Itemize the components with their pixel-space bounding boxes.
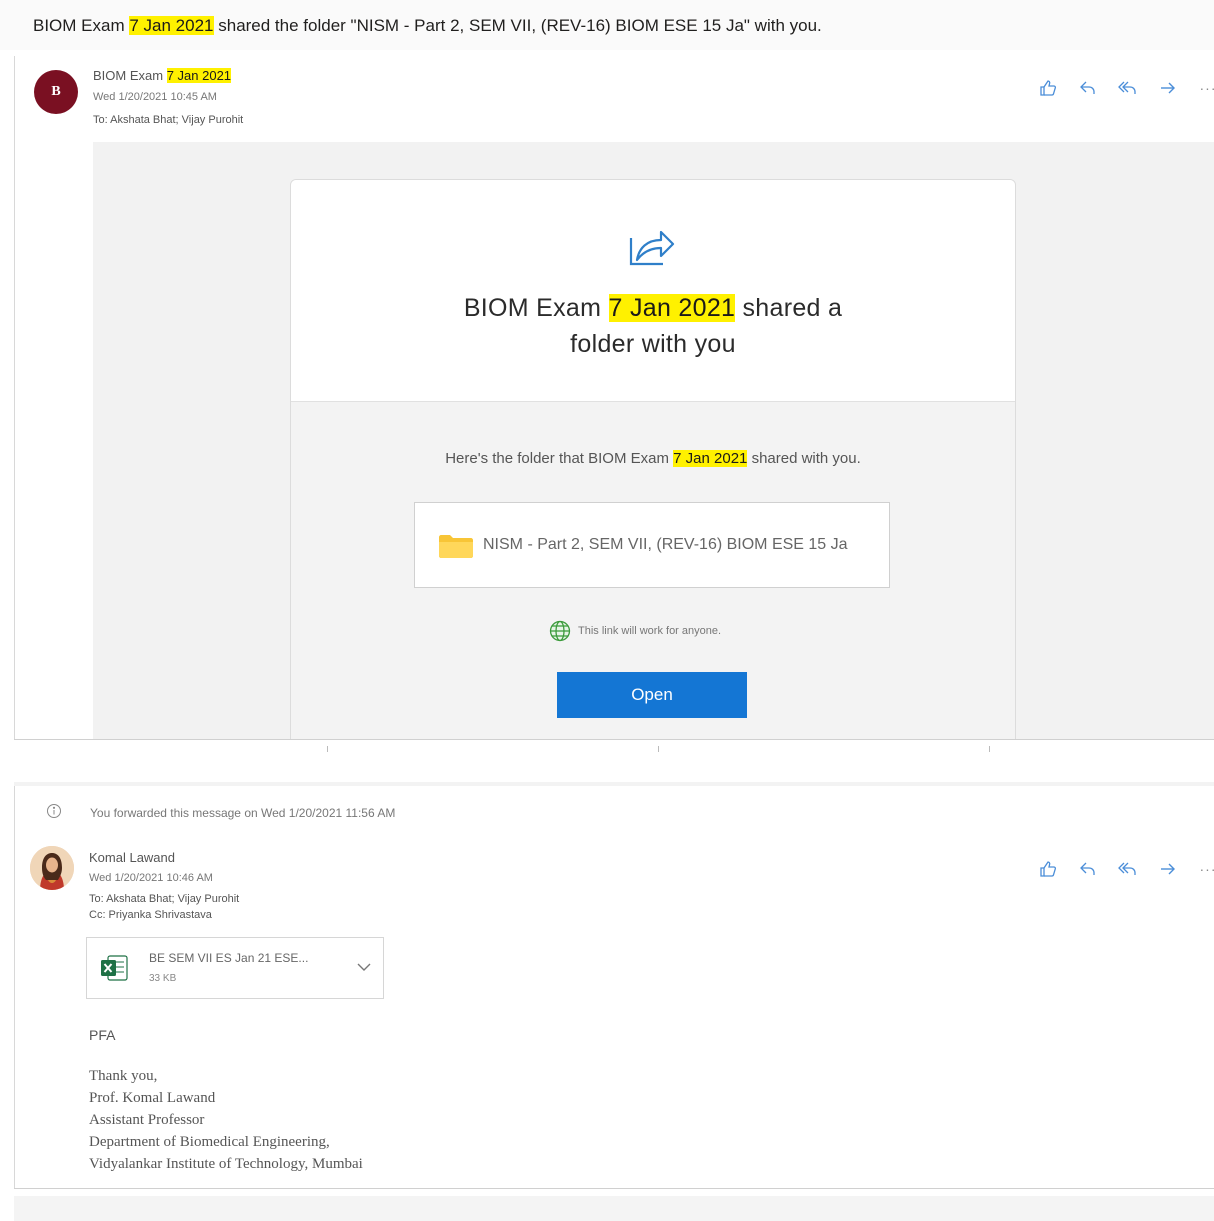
open-button[interactable]: Open — [557, 672, 747, 718]
divider-tick — [989, 746, 990, 752]
attachment-name: BE SEM VII ES Jan 21 ESE... — [149, 951, 309, 965]
forwarded-note: You forwarded this message on Wed 1/20/2… — [90, 806, 396, 820]
share-card-header: BIOM Exam 7 Jan 2021 shared a folder wit… — [291, 180, 1015, 402]
share-card-title: BIOM Exam 7 Jan 2021 shared a folder wit… — [463, 294, 843, 358]
attachment-card[interactable]: BE SEM VII ES Jan 21 ESE... 33 KB — [86, 937, 384, 999]
recipients-to: To: Akshata Bhat; Vijay Purohit — [89, 893, 240, 905]
more-options-icon[interactable]: ··· — [1196, 857, 1214, 881]
subject-suffix: shared the folder "NISM - Part 2, SEM VI… — [218, 16, 822, 35]
divider-tick — [327, 746, 328, 752]
message-body-text: PFA — [89, 1027, 116, 1043]
folder-icon — [439, 535, 473, 558]
recipients-cc: Cc: Priyanka Shrivastava — [89, 909, 212, 921]
signature-line: Prof. Komal Lawand — [89, 1090, 216, 1106]
subject-highlight: 7 Jan 2021 — [129, 16, 214, 35]
divider — [14, 1188, 1214, 1189]
sender-avatar-photo[interactable] — [30, 846, 74, 890]
forward-icon[interactable] — [1156, 76, 1180, 100]
message-actions: ··· — [1036, 76, 1214, 100]
reply-all-icon[interactable] — [1116, 857, 1140, 881]
share-card: BIOM Exam 7 Jan 2021 shared a folder wit… — [290, 179, 1016, 740]
sender-avatar[interactable]: B — [34, 70, 78, 114]
message-datetime: Wed 1/20/2021 10:45 AM — [93, 91, 217, 103]
reply-icon[interactable] — [1076, 857, 1100, 881]
chevron-down-icon[interactable] — [355, 958, 373, 976]
link-permission-note: This link will work for anyone. — [578, 625, 722, 637]
reply-icon[interactable] — [1076, 76, 1100, 100]
thumbs-up-icon[interactable] — [1036, 76, 1060, 100]
reply-all-icon[interactable] — [1116, 76, 1140, 100]
share-folder-icon — [629, 230, 675, 266]
more-options-icon[interactable]: ··· — [1196, 76, 1214, 100]
divider — [14, 739, 1214, 740]
divider-tick — [658, 746, 659, 752]
subject-prefix: BIOM Exam — [33, 16, 125, 35]
signature-line: Vidyalankar Institute of Technology, Mum… — [89, 1156, 363, 1172]
globe-icon — [549, 620, 571, 642]
message-datetime: Wed 1/20/2021 10:46 AM — [89, 872, 213, 884]
message-separator — [14, 1196, 1214, 1221]
shared-folder-item[interactable]: NISM - Part 2, SEM VII, (REV-16) BIOM ES… — [414, 502, 890, 588]
sender-name[interactable]: Komal Lawand — [89, 850, 175, 865]
sender-name[interactable]: BIOM Exam 7 Jan 2021 — [93, 68, 232, 83]
recipients-to: To: Akshata Bhat; Vijay Purohit — [93, 114, 244, 126]
shared-folder-name: NISM - Part 2, SEM VII, (REV-16) BIOM ES… — [483, 536, 848, 553]
share-card-description: Here's the folder that BIOM Exam 7 Jan 2… — [445, 450, 861, 467]
signature-line: Department of Biomedical Engineering, — [89, 1134, 330, 1150]
forward-icon[interactable] — [1156, 857, 1180, 881]
email-subject: BIOM Exam 7 Jan 2021 shared the folder "… — [0, 0, 1214, 50]
signature-line: Thank you, — [89, 1068, 158, 1084]
excel-file-icon — [101, 955, 128, 981]
message-actions: ··· — [1036, 857, 1214, 881]
thumbs-up-icon[interactable] — [1036, 857, 1060, 881]
info-icon — [47, 804, 61, 818]
attachment-size: 33 KB — [149, 973, 177, 984]
signature-line: Assistant Professor — [89, 1112, 205, 1128]
